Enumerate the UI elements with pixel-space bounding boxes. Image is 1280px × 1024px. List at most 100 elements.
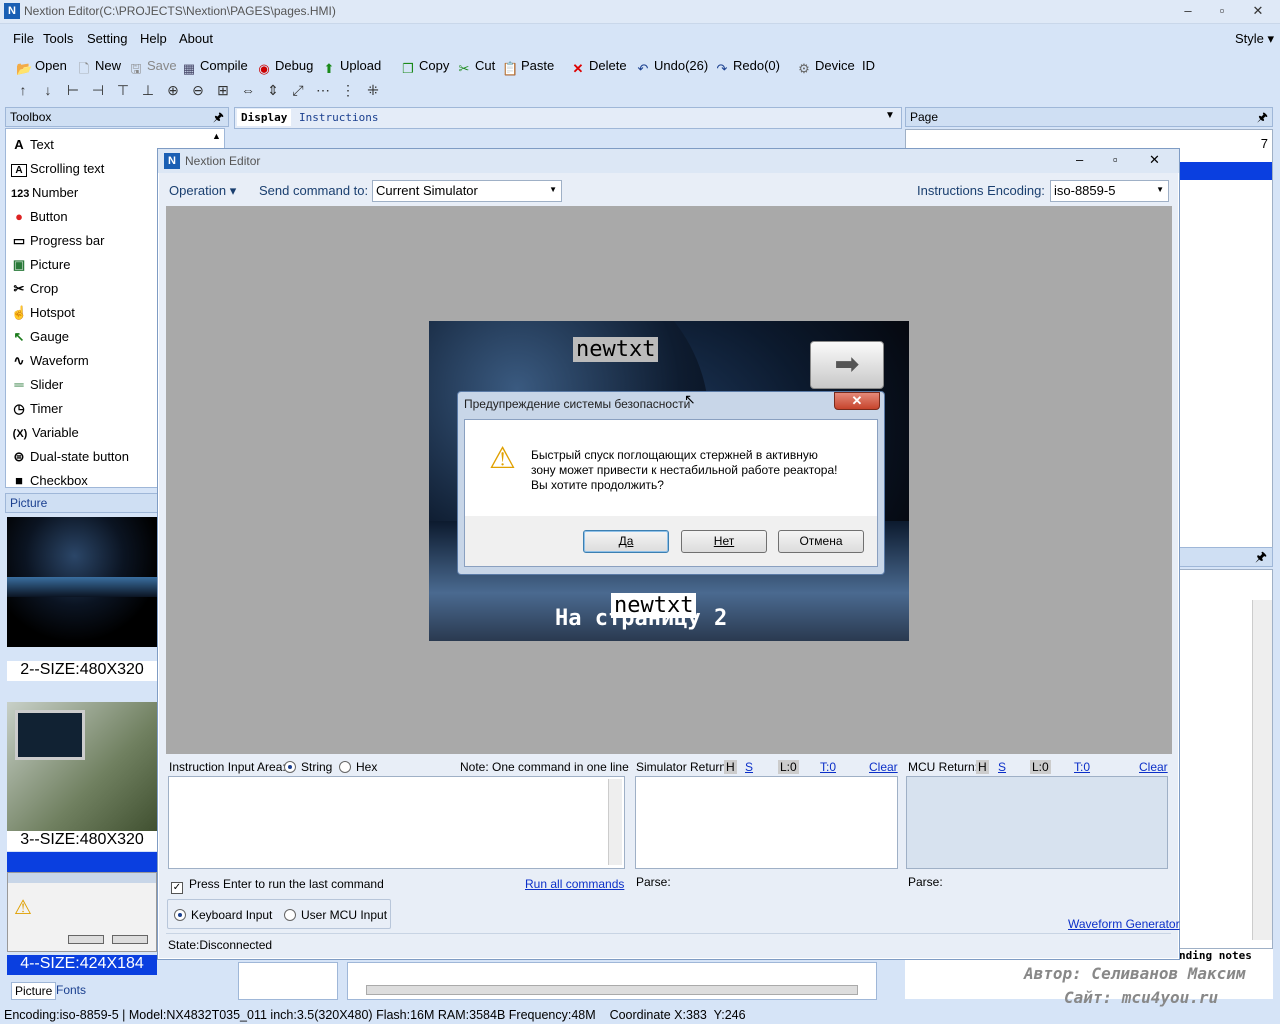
save-button[interactable]: 🖫 Save bbox=[128, 56, 176, 76]
open-button[interactable]: 📂 Open bbox=[16, 56, 67, 76]
toolbox-item-progress-bar[interactable]: ▭ Progress bar bbox=[11, 233, 105, 249]
upload-button[interactable]: ⬆ Upload bbox=[321, 56, 382, 76]
press-enter-checkbox[interactable]: ✓ Press Enter to run the last command bbox=[171, 877, 384, 894]
redo-button[interactable]: ↷ Redo(0) bbox=[714, 56, 780, 76]
instruction-input-field[interactable] bbox=[168, 776, 625, 869]
copy-button[interactable]: ❐ Copy bbox=[400, 56, 449, 76]
align-left-icon[interactable]: ⊢ bbox=[64, 82, 82, 102]
tab-fonts[interactable]: Fonts bbox=[53, 982, 89, 998]
dialog-close-button[interactable]: ✕ bbox=[1149, 152, 1160, 168]
waveform-generator-link[interactable]: Waveform Generator bbox=[1068, 917, 1180, 931]
space-horizontal-icon[interactable]: ⋯ bbox=[314, 82, 332, 102]
dialog-maximize-button[interactable]: ▫ bbox=[1113, 152, 1118, 167]
picture-thumbnail-3[interactable] bbox=[7, 702, 157, 832]
mcu-hex-toggle[interactable]: H bbox=[976, 760, 989, 774]
toolbox-item-slider[interactable]: ═ Slider bbox=[11, 377, 63, 392]
mcu-clear-link[interactable]: Clear bbox=[1139, 760, 1168, 774]
tab-picture[interactable]: Picture bbox=[11, 982, 57, 1000]
toolbox-item-timer[interactable]: ◷ Timer bbox=[11, 401, 62, 417]
toolbox-item-variable[interactable]: (X) Variable bbox=[11, 425, 79, 440]
same-size-icon[interactable]: ⤢ bbox=[289, 82, 307, 102]
mcu-return-box[interactable] bbox=[906, 776, 1168, 869]
align-bottom-icon[interactable]: ⊥ bbox=[139, 82, 157, 102]
toolbox-item-button[interactable]: ● Button bbox=[11, 209, 68, 224]
mcu-time-counter[interactable]: T:0 bbox=[1074, 760, 1090, 774]
no-button[interactable]: Нет bbox=[681, 530, 767, 553]
encoding-select[interactable]: iso-8859-5 ▼ bbox=[1050, 180, 1169, 202]
grid-icon[interactable]: ⊞ bbox=[214, 82, 232, 102]
sim-clear-link[interactable]: Clear bbox=[869, 760, 898, 774]
string-radio[interactable]: String bbox=[284, 760, 332, 774]
sim-string-toggle[interactable]: S bbox=[745, 760, 753, 774]
minimize-button[interactable]: – bbox=[1174, 2, 1202, 20]
msgbox-close-icon[interactable]: ✕ bbox=[834, 392, 880, 410]
toolbox-item-waveform[interactable]: ∿ Waveform bbox=[11, 353, 89, 369]
simulator-return-box[interactable] bbox=[635, 776, 898, 869]
toolbox-item-dual-state-button[interactable]: ⊜ Dual-state button bbox=[11, 449, 129, 465]
new-button[interactable]: 🗋 New bbox=[76, 56, 121, 76]
screen-text-bottom[interactable]: newtxt bbox=[611, 593, 697, 618]
operation-menu[interactable]: Operation ▾ bbox=[169, 183, 236, 199]
page-selected-row[interactable] bbox=[1178, 162, 1272, 180]
pin-icon[interactable]: 🖈 bbox=[213, 108, 224, 126]
user-mcu-input-radio[interactable]: User MCU Input bbox=[284, 908, 387, 922]
debug-button[interactable]: ◉ Debug bbox=[256, 56, 313, 76]
menu-file[interactable]: File bbox=[13, 31, 34, 46]
same-height-icon[interactable]: ⇕ bbox=[264, 82, 282, 102]
picture-thumbnail-2[interactable] bbox=[7, 517, 157, 647]
same-width-icon[interactable]: ⇔ bbox=[239, 82, 257, 102]
input-scrollbar[interactable] bbox=[608, 779, 622, 865]
align-right-icon[interactable]: ⊣ bbox=[89, 82, 107, 102]
move-down-icon[interactable]: ↓ bbox=[39, 82, 57, 102]
pin-icon[interactable]: 🖈 bbox=[1257, 108, 1268, 126]
tab-instructions[interactable]: Instructions bbox=[299, 111, 378, 124]
space-vertical-icon[interactable]: ⋮ bbox=[339, 82, 357, 102]
screen-text-top[interactable]: newtxt bbox=[573, 337, 659, 362]
maximize-button[interactable]: ▫ bbox=[1208, 2, 1236, 20]
mcu-string-toggle[interactable]: S bbox=[998, 760, 1006, 774]
run-all-commands-link[interactable]: Run all commands bbox=[525, 877, 624, 891]
menu-setting[interactable]: Setting bbox=[87, 31, 127, 46]
arrow-right-icon[interactable]: ➡ bbox=[810, 341, 884, 389]
horizontal-scrollbar[interactable] bbox=[366, 985, 858, 995]
toolbox-item-scrolling-text[interactable]: A Scrolling text bbox=[11, 161, 104, 177]
tab-display[interactable]: Display bbox=[237, 109, 292, 126]
sim-hex-toggle[interactable]: H bbox=[724, 760, 737, 774]
toolbox-item-picture[interactable]: ▣ Picture bbox=[11, 257, 71, 273]
align-top-icon[interactable]: ⊤ bbox=[114, 82, 132, 102]
picture-thumbnail-4[interactable]: ⚠ bbox=[7, 872, 157, 952]
toolbox-item-hotspot[interactable]: ☝ Hotspot bbox=[11, 305, 75, 321]
sim-time-counter[interactable]: T:0 bbox=[820, 760, 836, 774]
pin-icon[interactable]: 🖈 bbox=[1255, 548, 1267, 570]
scroll-up-icon[interactable]: ▲ bbox=[212, 131, 221, 141]
cut-button[interactable]: ✂ Cut bbox=[456, 56, 496, 76]
toolbox-item-text[interactable]: A Text bbox=[11, 137, 54, 152]
dialog-minimize-button[interactable]: – bbox=[1076, 152, 1083, 167]
distribute-icon[interactable]: ⁜ bbox=[364, 82, 382, 102]
center-horizontal-icon[interactable]: ⊕ bbox=[164, 82, 182, 102]
yes-button[interactable]: Да bbox=[583, 530, 669, 553]
menu-style[interactable]: Style ▾ bbox=[1235, 31, 1274, 47]
simulator-screen[interactable]: newtxt ➡ На страницу 2 newtxt Предупрежд… bbox=[429, 321, 909, 641]
menu-tools[interactable]: Tools bbox=[43, 31, 73, 46]
undo-button[interactable]: ↶ Undo(26) bbox=[635, 56, 709, 76]
device-id-button[interactable]: ⚙ Device ID bbox=[796, 56, 875, 76]
hex-radio[interactable]: Hex bbox=[339, 760, 377, 774]
keyboard-input-radio[interactable]: Keyboard Input bbox=[174, 908, 272, 922]
center-vertical-icon[interactable]: ⊖ bbox=[189, 82, 207, 102]
compile-button[interactable]: ▦ Compile bbox=[181, 56, 248, 76]
paste-button[interactable]: 📋 Paste bbox=[502, 56, 554, 76]
move-up-icon[interactable]: ↑ bbox=[14, 82, 32, 102]
send-command-select[interactable]: Current Simulator ▼ bbox=[372, 180, 562, 202]
toolbox-item-number[interactable]: 123 Number bbox=[11, 185, 78, 200]
menu-about[interactable]: About bbox=[179, 31, 213, 46]
tab-dropdown-icon[interactable]: ▼ bbox=[885, 110, 895, 121]
toolbox-item-crop[interactable]: ✂ Crop bbox=[11, 281, 59, 297]
toolbox-item-gauge[interactable]: ↖ Gauge bbox=[11, 329, 70, 345]
cancel-button[interactable]: Отмена bbox=[778, 530, 864, 553]
close-button[interactable]: ✕ bbox=[1244, 2, 1272, 20]
toolbox-item-checkbox[interactable]: ■ Checkbox bbox=[11, 473, 88, 488]
attribute-scrollbar[interactable] bbox=[1252, 600, 1272, 940]
delete-button[interactable]: ✕ Delete bbox=[570, 56, 627, 76]
menu-help[interactable]: Help bbox=[140, 31, 167, 46]
